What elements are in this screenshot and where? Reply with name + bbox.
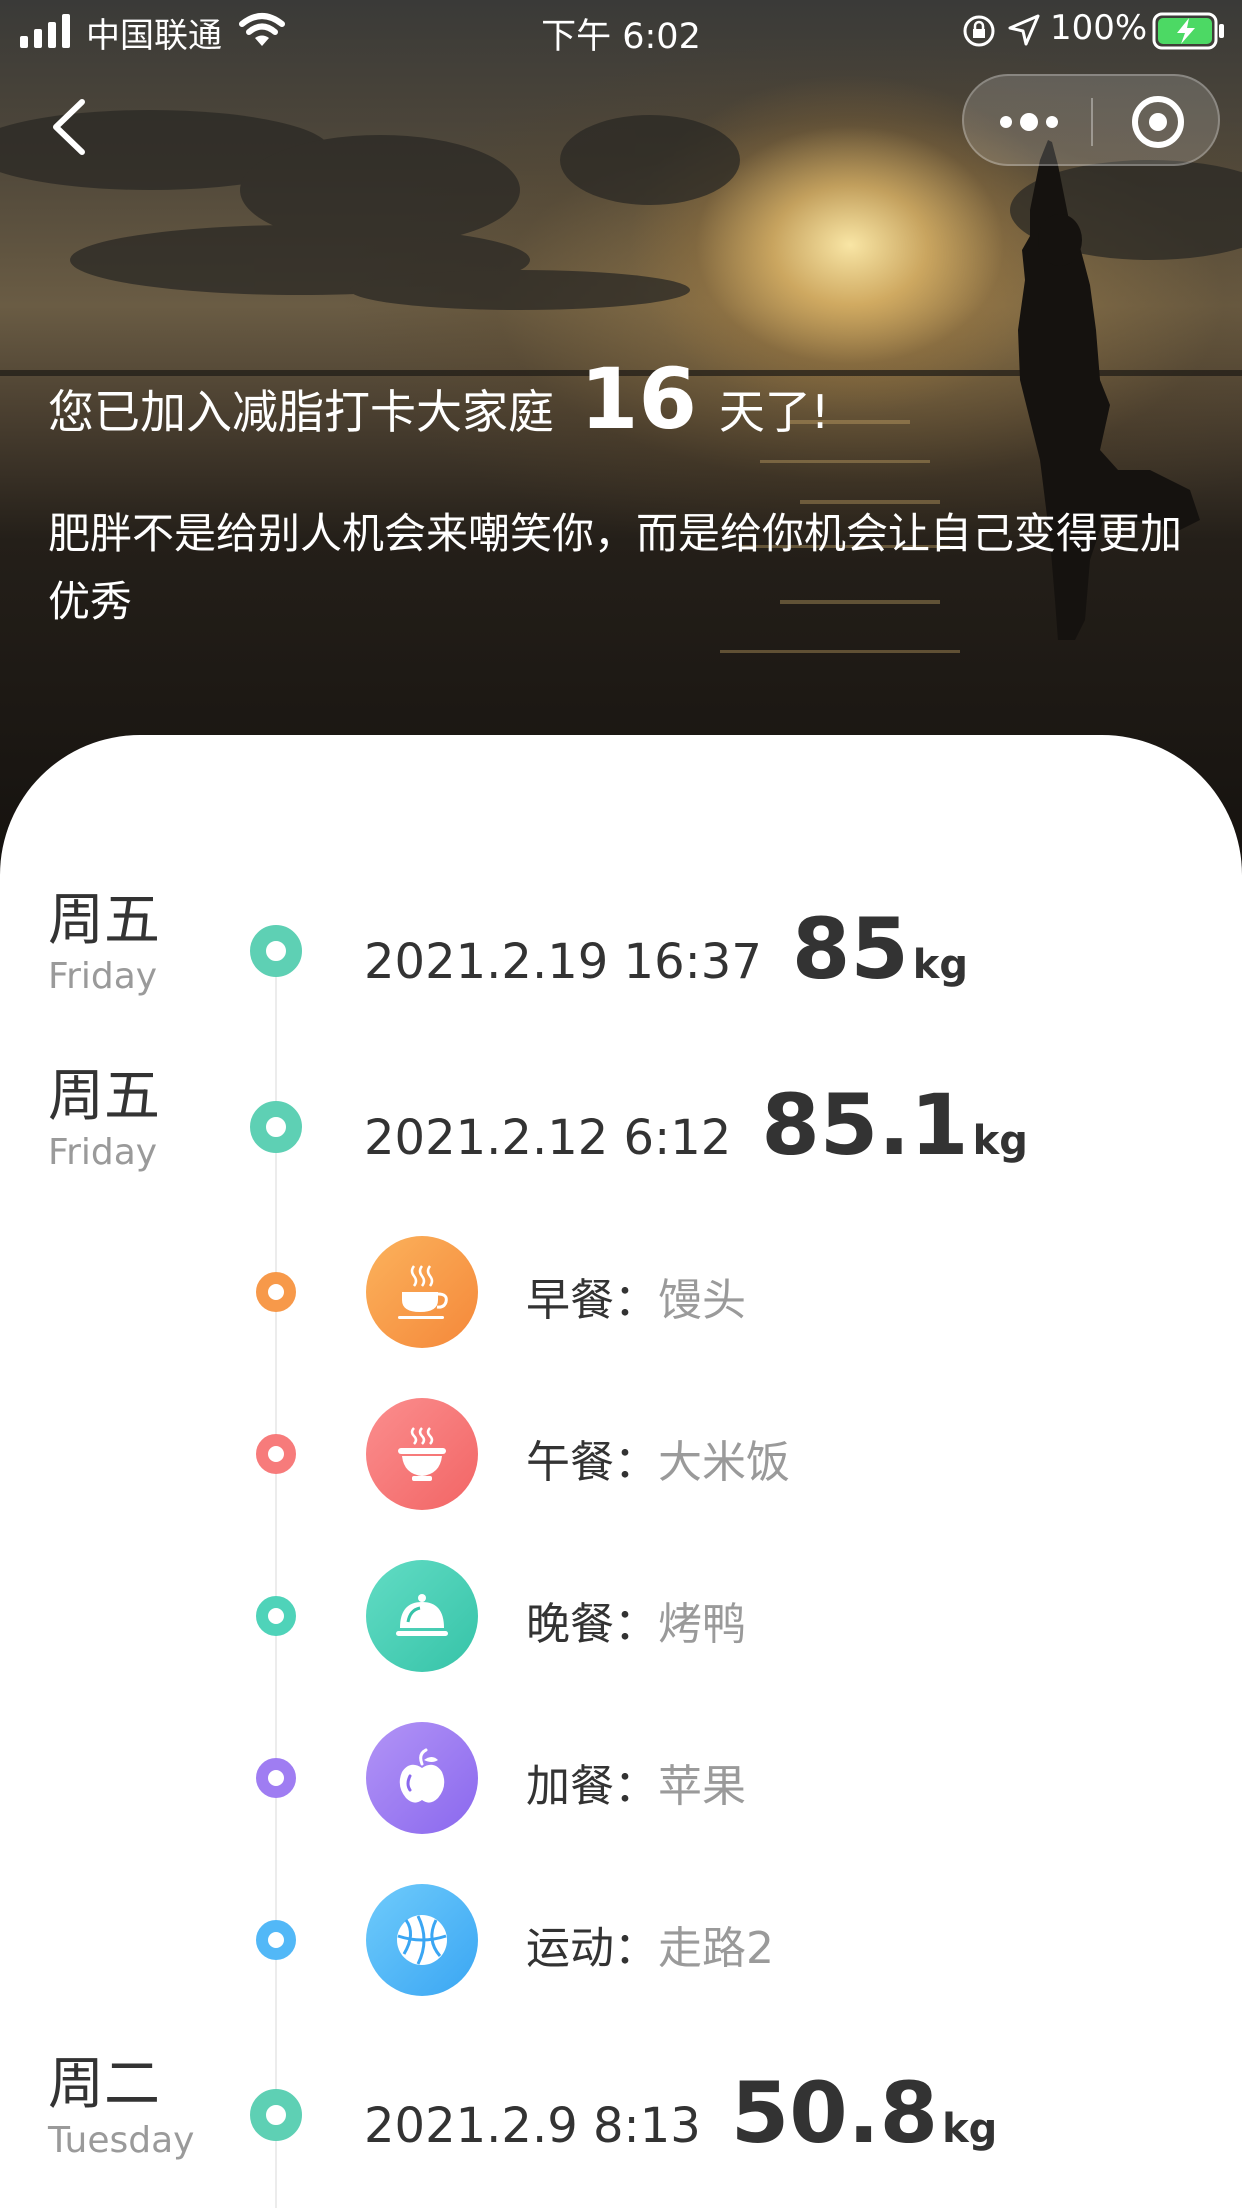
breakfast-badge	[366, 1236, 478, 1348]
close-program-icon[interactable]	[1128, 92, 1188, 152]
joined-days-count: 16	[580, 350, 697, 448]
timeline-dot	[256, 1596, 296, 1636]
day-cn: 周五	[48, 888, 160, 953]
meal-label: 晚餐：	[526, 1599, 658, 1650]
rice-bowl-icon	[398, 1427, 446, 1481]
meal-entry: 晚餐：烤鸭	[526, 1588, 746, 1652]
weight-record[interactable]: 2021.2.9 8:13 50.8 kg	[364, 2064, 997, 2162]
weight-unit: kg	[942, 2106, 998, 2152]
meal-value: 苹果	[658, 1761, 746, 1812]
record-datetime: 2021.2.9 8:13	[364, 2098, 701, 2154]
day-label: 周二 Tuesday	[48, 2052, 194, 2164]
exercise-badge	[366, 1884, 478, 1996]
orientation-lock-icon	[963, 15, 995, 47]
meal-value: 烤鸭	[658, 1599, 746, 1650]
snack-badge	[366, 1722, 478, 1834]
battery-percent: 100%	[1050, 8, 1148, 48]
motivational-quote: 肥胖不是给别人机会来嘲笑你，而是给你机会让自己变得更加优秀	[48, 509, 1183, 626]
meal-label: 加餐：	[526, 1761, 658, 1812]
timeline-dot	[256, 1920, 296, 1960]
record-datetime: 2021.2.12 6:12	[364, 1110, 732, 1166]
weight-record[interactable]: 2021.2.12 6:12 85.1 kg	[364, 1076, 1028, 1174]
record-datetime: 2021.2.19 16:37	[364, 934, 762, 990]
basketball-icon	[397, 1915, 447, 1965]
location-arrow-icon	[1008, 14, 1040, 46]
lunch-badge	[366, 1398, 478, 1510]
record-weight: 85.1	[761, 1076, 969, 1174]
timeline-dot	[256, 1758, 296, 1798]
mini-program-capsule	[962, 74, 1220, 166]
day-cn: 周二	[48, 2052, 160, 2117]
weight-record[interactable]: 2021.2.19 16:37 85 kg	[364, 900, 968, 998]
meal-value: 走路2	[658, 1923, 774, 1974]
battery-charging-icon	[1152, 12, 1224, 50]
meal-label: 运动：	[526, 1923, 658, 1974]
dinner-badge	[366, 1560, 478, 1672]
meal-label: 早餐：	[526, 1275, 658, 1326]
meal-entry: 加餐：苹果	[526, 1750, 746, 1814]
timeline-dot	[256, 1434, 296, 1474]
meal-entry: 午餐：大米饭	[526, 1426, 790, 1490]
joined-suffix: 天了!	[718, 385, 830, 439]
timeline-dot	[250, 925, 302, 977]
meal-value: 大米饭	[658, 1437, 790, 1488]
meal-label: 午餐：	[526, 1437, 658, 1488]
status-bar: 中国联通 下午 6:02 100%	[0, 0, 1242, 62]
record-weight: 50.8	[730, 2064, 939, 2162]
weight-unit: kg	[912, 942, 969, 988]
apple-icon	[399, 1748, 445, 1803]
food-cloche-icon	[396, 1594, 448, 1636]
coffee-cup-icon	[398, 1265, 448, 1319]
joined-days-banner: 您已加入减脂打卡大家庭 16 天了!	[48, 350, 829, 448]
timeline-dot	[256, 1272, 296, 1312]
record-weight: 85	[791, 900, 909, 998]
day-cn: 周五	[48, 1064, 160, 1129]
weight-unit: kg	[972, 1118, 1028, 1164]
timeline-dot	[250, 1101, 302, 1153]
day-label: 周五 Friday	[48, 888, 160, 1000]
joined-prefix: 您已加入减脂打卡大家庭	[48, 385, 554, 439]
exercise-entry: 运动：走路2	[526, 1912, 774, 1976]
day-en: Friday	[48, 1132, 158, 1173]
timeline-dot	[250, 2089, 302, 2141]
day-en: Tuesday	[48, 2120, 195, 2161]
meal-entry: 早餐：馒头	[526, 1264, 746, 1328]
meal-value: 馒头	[658, 1275, 746, 1326]
day-label: 周五 Friday	[48, 1064, 160, 1176]
capsule-divider	[1091, 98, 1093, 146]
day-en: Friday	[48, 956, 158, 997]
back-arrow-icon[interactable]	[40, 92, 100, 162]
more-options-icon[interactable]	[994, 102, 1064, 142]
